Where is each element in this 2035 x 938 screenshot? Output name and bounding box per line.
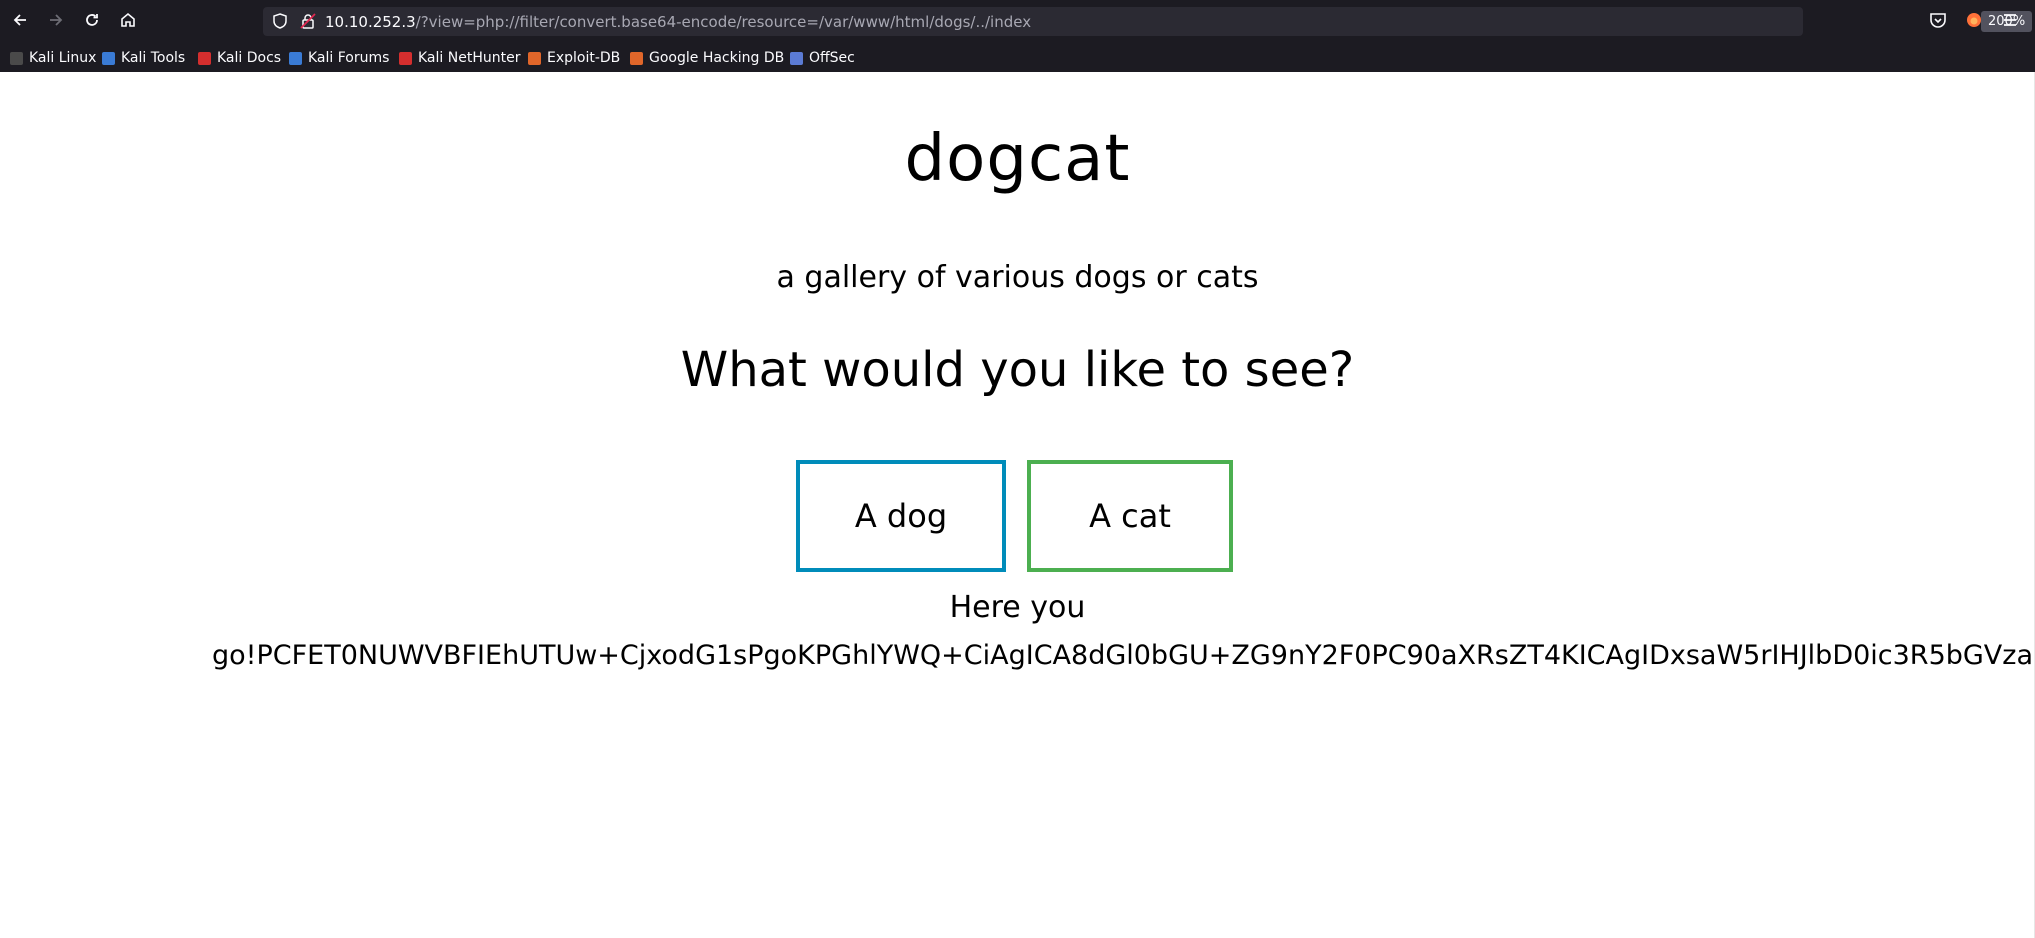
bookmark-exploit-db[interactable]: Exploit-DB	[528, 48, 620, 68]
bookmark-kali-nethunter[interactable]: Kali NetHunter	[399, 48, 520, 68]
bookmark-offsec[interactable]: OffSec	[790, 48, 855, 68]
url-host: 10.10.252.3	[325, 13, 416, 31]
offsec-icon	[790, 51, 803, 65]
result-label: Here you	[949, 590, 1086, 625]
home-button[interactable]	[116, 8, 140, 32]
dog-button[interactable]: A dog	[796, 460, 1006, 572]
bookmark-kali-forums[interactable]: Kali Forums	[289, 48, 389, 68]
bookmark-kali-docs[interactable]: Kali Docs	[198, 48, 281, 68]
pocket-icon[interactable]	[1928, 10, 1948, 30]
bookmark-label: Google Hacking DB	[649, 50, 785, 66]
page-subtitle: a gallery of various dogs or cats	[776, 260, 1259, 295]
bookmark-label: Kali Forums	[308, 50, 390, 66]
firefox-account-icon[interactable]	[1964, 10, 1984, 30]
ghdb-icon	[630, 51, 643, 65]
arrow-left-icon	[13, 14, 26, 26]
bookmarks-toolbar: Kali Linux Kali Tools Kali Docs Kali For…	[0, 44, 2035, 71]
bookmark-kali-tools[interactable]: Kali Tools	[102, 48, 185, 68]
browser-chrome: 10.10.252.3/?view=php://filter/convert.b…	[0, 0, 2035, 72]
bookmark-kali-linux[interactable]: Kali Linux	[10, 48, 96, 68]
back-button[interactable]	[8, 8, 32, 32]
cat-button[interactable]: A cat	[1027, 460, 1233, 572]
page-content: dogcat a gallery of various dogs or cats…	[0, 72, 2035, 938]
nethunter-icon	[399, 51, 412, 65]
exploit-db-icon	[528, 51, 541, 65]
shield-icon[interactable]	[271, 12, 289, 30]
bookmark-label: Kali Docs	[217, 50, 282, 66]
url-text[interactable]: 10.10.252.3/?view=php://filter/convert.b…	[325, 13, 1031, 31]
reload-button[interactable]	[80, 8, 104, 32]
base64-output: go!PCFET0NUWVBFIEhUTUw+CjxodG1sPgoKPGhlY…	[212, 640, 2035, 671]
arrow-right-icon	[50, 14, 63, 26]
bookmark-label: Kali Tools	[121, 50, 186, 66]
reload-icon	[86, 14, 98, 26]
bookmark-google-hacking-db[interactable]: Google Hacking DB	[630, 48, 784, 68]
kali-icon	[10, 51, 23, 65]
page-title: dogcat	[904, 122, 1131, 196]
question-heading: What would you like to see?	[680, 342, 1355, 398]
url-path: /?view=php://filter/convert.base64-encod…	[415, 13, 1032, 31]
bookmark-label: Kali NetHunter	[418, 50, 521, 66]
forward-button[interactable]	[44, 8, 68, 32]
browser-toolbar: 10.10.252.3/?view=php://filter/convert.b…	[0, 0, 2035, 44]
bookmark-label: Exploit-DB	[547, 50, 621, 66]
lock-warning-icon[interactable]	[299, 12, 317, 30]
url-bar[interactable]: 10.10.252.3/?view=php://filter/convert.b…	[263, 7, 2033, 36]
kali-docs-icon	[198, 51, 211, 65]
bookmark-label: OffSec	[809, 50, 855, 66]
bookmark-label: Kali Linux	[29, 50, 97, 66]
menu-icon[interactable]	[2000, 10, 2020, 30]
kali-forums-icon	[289, 51, 302, 65]
kali-tools-icon	[102, 51, 115, 65]
home-icon	[121, 12, 135, 27]
